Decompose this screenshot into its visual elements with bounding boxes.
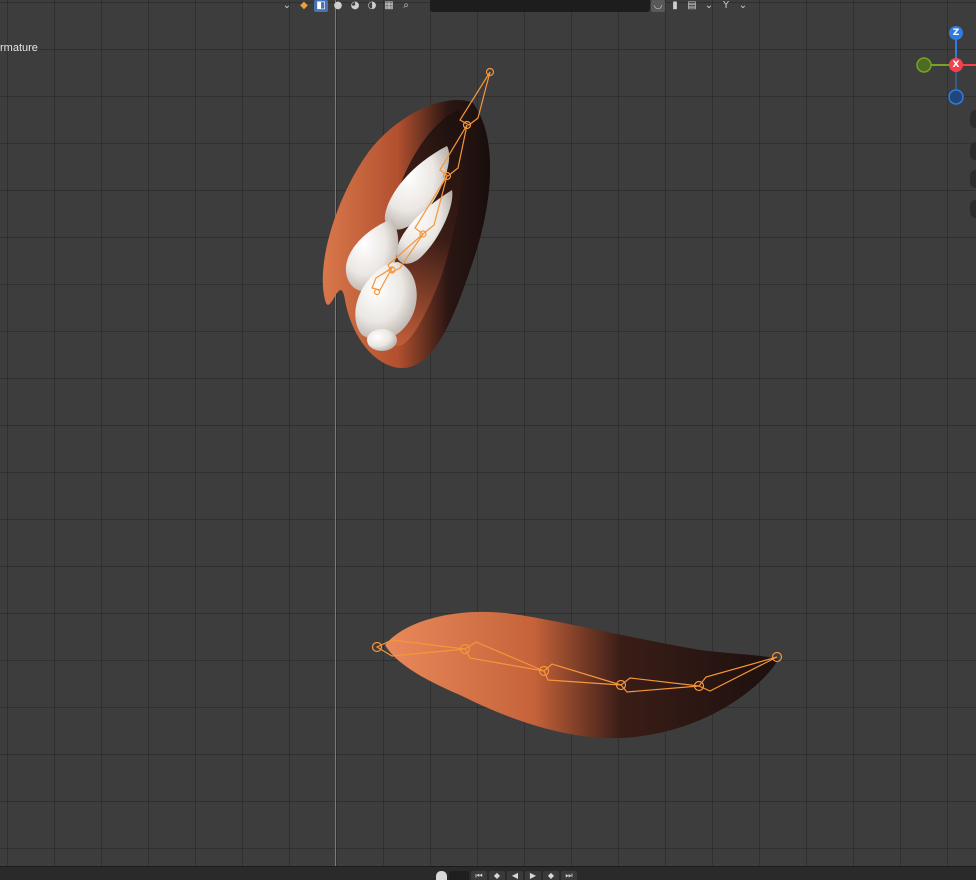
bookmark-icon[interactable]: ▮ [668, 0, 682, 12]
active-object-label: rmature [0, 42, 38, 54]
timeline-bar: ⏮ ◆ ◀ ▶ ◆ ⏭ [0, 866, 976, 880]
gizmo-z-neg [948, 89, 964, 105]
solid-shading-icon[interactable]: ● [331, 0, 345, 12]
perspective-toggle-icon[interactable] [970, 200, 976, 218]
zoom-tool-icon[interactable] [970, 110, 976, 128]
wireframe-icon[interactable]: ◧ [314, 0, 328, 12]
gizmo-z-label: Z [952, 28, 960, 38]
header-right-tools: ◡ ▮ ▤ ⌄ Y ⌄ [651, 0, 750, 12]
overlay-icon[interactable]: ◡ [651, 0, 665, 12]
pin-tool-icon[interactable]: Y [719, 0, 733, 12]
rendered-shading-icon[interactable]: ◑ [365, 0, 379, 12]
search-input[interactable] [430, 0, 650, 12]
pan-tool-icon[interactable] [970, 142, 976, 160]
chevron-down-icon[interactable]: ⌄ [702, 0, 716, 12]
claw-tip [367, 329, 397, 351]
3d-viewport[interactable]: rmature ⌄ ◆ ◧ ● ◕ ◑ ▦ ⌕ ◡ ▮ ▤ ⌄ Y ⌄ Z X [0, 0, 976, 866]
navigation-gizmo[interactable]: Z X [908, 20, 976, 115]
header-left-tools: ⌄ ◆ ◧ ● ◕ ◑ ▦ ⌕ [280, 0, 413, 12]
paw-mesh[interactable] [322, 99, 491, 369]
material-preview-icon[interactable]: ◕ [348, 0, 362, 12]
scene-canvas[interactable] [0, 0, 976, 866]
gizmo-y-neg [916, 57, 932, 73]
object-color-icon[interactable]: ◆ [297, 0, 311, 12]
chevron-down-icon[interactable]: ⌄ [736, 0, 750, 12]
playback-controls: ⏮ ◆ ◀ ▶ ◆ ⏭ [436, 867, 577, 880]
editor-type-icon[interactable]: ▤ [685, 0, 699, 12]
layout-icon[interactable]: ▦ [382, 0, 396, 12]
tail-mesh[interactable] [385, 611, 778, 739]
search-icon: ⌕ [403, 0, 409, 11]
gizmo-x-label: X [952, 60, 960, 70]
chevron-down-icon[interactable]: ⌄ [280, 0, 294, 12]
tail-body [385, 611, 778, 739]
camera-view-icon[interactable] [970, 170, 976, 188]
